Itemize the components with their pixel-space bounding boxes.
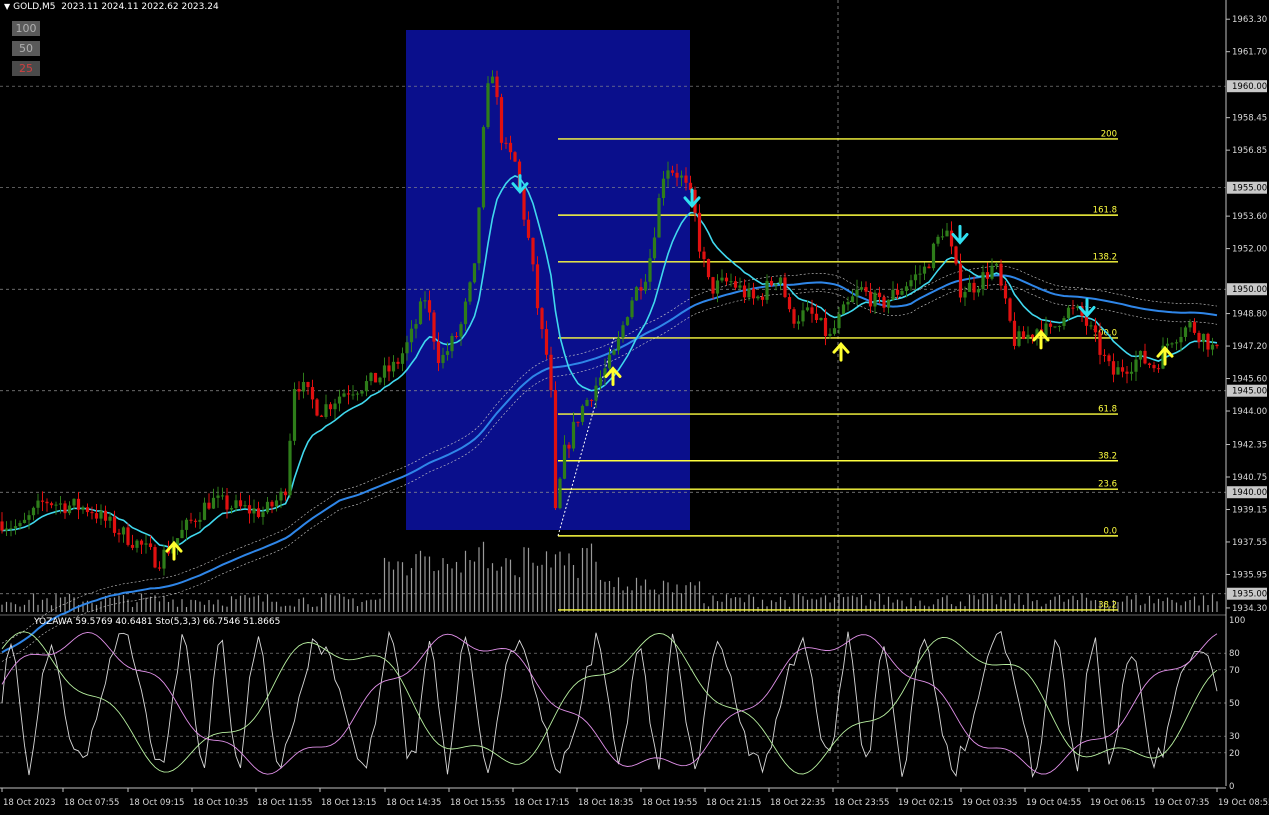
time-tick-label: 19 Oct 04:55 (1026, 798, 1081, 808)
chart-ohlc: 2023.11 2024.11 2022.62 2023.24 (61, 2, 219, 12)
price-tick-label: 1947.20 (1232, 342, 1267, 352)
arrow-down-icon (951, 224, 969, 245)
oscillator-tick-label: 0 (1229, 782, 1234, 792)
oscillator-tick-label: 20 (1229, 749, 1240, 759)
time-tick-label: 18 Oct 21:15 (706, 798, 761, 808)
price-chart-canvas[interactable]: 200161.8138.2100.061.838.223.60.038.2 19… (0, 0, 1269, 811)
volume-histogram (1, 541, 1218, 612)
price-axis[interactable]: 1963.30 1961.70 1958.45 1956.85 1953.60 1952.… (1225, 0, 1267, 792)
price-level-label: 1950.00 (1232, 285, 1267, 295)
fib-level-label: 38.2 (1098, 451, 1117, 461)
time-tick-label: 19 Oct 08:55 (1218, 798, 1269, 808)
price-tick-label: 1937.55 (1232, 538, 1267, 548)
time-tick-label: 18 Oct 10:35 (193, 798, 248, 808)
chart-header: ▼ GOLD,M5 2023.11 2024.11 2022.62 2023.24 (4, 2, 219, 12)
time-tick-label: 18 Oct 18:35 (578, 798, 633, 808)
time-tick-label: 18 Oct 19:55 (642, 798, 697, 808)
price-tick-label: 1939.15 (1232, 505, 1267, 515)
time-tick-label: 18 Oct 07:55 (64, 798, 119, 808)
zoom-button-25[interactable]: 25 (12, 61, 40, 76)
price-tick-label: 1944.00 (1232, 407, 1267, 417)
chart-symbol: GOLD,M5 (13, 2, 56, 12)
price-tick-label: 1953.60 (1232, 212, 1267, 222)
time-tick-label: 19 Oct 07:35 (1154, 798, 1209, 808)
time-tick-label: 18 Oct 2023 (3, 798, 56, 808)
fib-level-label: 61.8 (1098, 405, 1117, 415)
oscillator-tick-label: 70 (1229, 666, 1240, 676)
price-level-label: 1935.00 (1232, 590, 1267, 600)
time-tick-label: 19 Oct 03:35 (962, 798, 1017, 808)
oscillator-tick-label: 80 (1229, 649, 1240, 659)
price-tick-label: 1958.45 (1232, 114, 1267, 124)
fib-level-label: 0.0 (1103, 526, 1117, 536)
time-tick-label: 18 Oct 17:15 (514, 798, 569, 808)
time-tick-label: 18 Oct 09:15 (129, 798, 184, 808)
oscillator-tick-label: 30 (1229, 732, 1240, 742)
price-tick-label: 1952.00 (1232, 245, 1267, 255)
price-tick-label: 1945.60 (1232, 375, 1267, 385)
price-tick-label: 1942.35 (1232, 441, 1267, 451)
price-level-label: 1945.00 (1232, 387, 1267, 397)
time-axis[interactable]: 18 Oct 2023 18 Oct 07:55 18 Oct 09:15 18 Oc… (0, 787, 1269, 808)
oscillator-tick-label: 50 (1229, 699, 1240, 709)
time-tick-label: 18 Oct 15:55 (450, 798, 505, 808)
time-tick-label: 19 Oct 02:15 (898, 798, 953, 808)
fib-level-label: 38.2 (1098, 600, 1117, 610)
price-level-label: 1955.00 (1232, 184, 1267, 194)
time-tick-label: 18 Oct 23:55 (834, 798, 889, 808)
time-tick-label: 18 Oct 14:35 (386, 798, 441, 808)
time-tick-label: 18 Oct 11:55 (257, 798, 312, 808)
fib-level-label: 161.8 (1093, 206, 1117, 216)
price-tick-label: 1956.85 (1232, 146, 1267, 156)
price-level-label: 1960.00 (1232, 82, 1267, 92)
price-tick-label: 1940.75 (1232, 473, 1267, 483)
price-tick-label: 1934.30 (1232, 604, 1267, 614)
zoom-button-50[interactable]: 50 (12, 41, 40, 56)
price-tick-label: 1935.95 (1232, 570, 1267, 580)
fib-level-label: 23.6 (1098, 480, 1117, 490)
price-tick-label: 1961.70 (1232, 48, 1267, 58)
arrow-up-icon (832, 341, 850, 362)
indicator-label: YOZAWA 59.5769 40.6481 Sto(5,3,3) 66.754… (34, 617, 281, 627)
price-tick-label: 1963.30 (1232, 15, 1267, 25)
zoom-button-100[interactable]: 100 (12, 21, 40, 36)
oscillator-tick-label: 100 (1229, 616, 1245, 626)
time-tick-label: 19 Oct 06:15 (1090, 798, 1145, 808)
chart-window[interactable]: 200 161.8 138.2 100.0 61.8 38.2 23.6 0.0 38.2 19… (0, 0, 1269, 811)
price-tick-label: 1948.80 (1232, 310, 1267, 320)
price-level-label: 1940.00 (1232, 488, 1267, 498)
collapse-triangle-icon[interactable]: ▼ (4, 2, 10, 11)
time-tick-label: 18 Oct 22:35 (770, 798, 825, 808)
fib-level-label: 200 (1101, 129, 1117, 139)
time-tick-label: 18 Oct 13:15 (321, 798, 376, 808)
fib-level-label: 138.2 (1093, 252, 1117, 262)
oscillator-subwindow (0, 630, 1226, 778)
